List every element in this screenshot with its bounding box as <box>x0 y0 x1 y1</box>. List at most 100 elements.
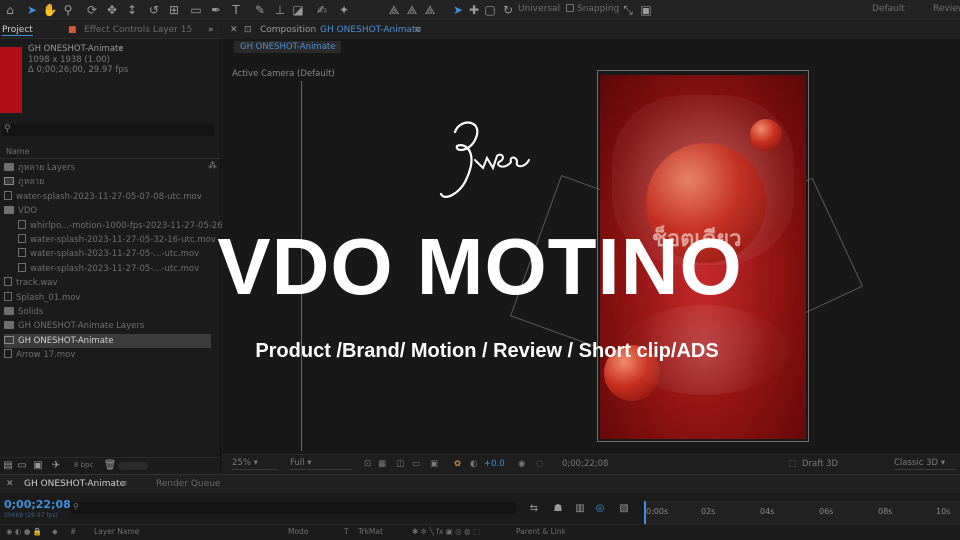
bpc-label[interactable]: 8 bpc <box>74 461 93 469</box>
timeline-search-input[interactable]: ⚲ <box>70 502 516 514</box>
view-axis-icon[interactable]: ⟁ <box>422 2 438 18</box>
project-item[interactable]: VDO <box>4 204 219 218</box>
snap-grid-icon[interactable]: ▣ <box>638 2 654 18</box>
column-trkmat[interactable]: TrkMat <box>358 527 383 536</box>
pin-icon[interactable]: ✈ <box>48 458 64 474</box>
project-item-label: GH ONESHOT-Animate Layers <box>18 321 145 332</box>
time-ruler[interactable]: 0:00s 02s 04s 06s 08s 10s <box>644 501 960 525</box>
mask-visibility-icon[interactable]: ◫ <box>396 459 404 469</box>
tab-effect-controls[interactable]: Effect Controls Layer 15 <box>84 25 192 35</box>
project-column-header[interactable]: Name <box>0 145 221 159</box>
tab-timeline-comp[interactable]: GH ONESHOT-Animate <box>24 479 125 489</box>
local-axis-icon[interactable]: ⟁ <box>386 2 402 18</box>
hand-tool-icon[interactable]: ✋ <box>42 2 58 18</box>
tab-close-icon[interactable]: ✕ <box>230 25 238 35</box>
column-t[interactable]: T <box>344 527 349 536</box>
tab-menu-icon[interactable]: ≡ <box>120 479 128 489</box>
snapping-toggle[interactable]: Snapping <box>566 4 619 14</box>
roto-brush-tool-icon[interactable]: ✍ <box>314 2 330 18</box>
tab-project[interactable]: Project <box>2 25 33 36</box>
graph-editor-icon[interactable]: ▧ <box>616 501 632 517</box>
3d-scale-icon[interactable]: ▢ <box>482 2 498 18</box>
pan-tool-icon[interactable]: ✥ <box>104 2 120 18</box>
layer-switches-icons[interactable]: ✱ ✲ ╲ fx ▣ ◎ ◍ ⬚ <box>412 527 480 536</box>
snapshot-icon[interactable]: ◉ <box>518 459 525 469</box>
comp-navigator-tab[interactable]: GH ONESHOT-Animate <box>234 41 342 53</box>
project-item[interactable]: ภูหลาย <box>4 175 219 189</box>
tab-composition-name[interactable]: GH ONESHOT-Animate <box>320 25 421 35</box>
snapping-label: Snapping <box>577 4 620 14</box>
project-item[interactable]: GH ONESHOT-Animate Layers <box>4 319 219 333</box>
label-icon[interactable]: ◆ <box>52 527 58 536</box>
workspace-review[interactable]: Review <box>933 4 960 14</box>
orbit-tool-icon[interactable]: ⟳ <box>84 2 100 18</box>
new-folder-icon[interactable]: ▭ <box>14 458 30 474</box>
new-comp-icon[interactable]: ▣ <box>30 458 46 474</box>
anchor-tool-icon[interactable]: ⊞ <box>166 2 182 18</box>
rectangle-tool-icon[interactable]: ▭ <box>188 2 204 18</box>
snap-options-icon[interactable]: ⤡ <box>620 2 636 18</box>
project-item[interactable]: water-splash-2023-11-27-05-07-08-utc.mov <box>4 190 219 204</box>
lock-icon[interactable]: ■ <box>68 25 77 35</box>
workspace-default[interactable]: Default <box>872 4 905 14</box>
column-parent-link[interactable]: Parent & Link <box>516 527 566 536</box>
brush-tool-icon[interactable]: ✎ <box>252 2 268 18</box>
column-number[interactable]: # <box>70 527 76 536</box>
project-item[interactable]: ภูหลาย Layers <box>4 161 219 175</box>
transparency-grid-icon[interactable]: ▦ <box>378 459 386 469</box>
world-axis-icon[interactable]: ⟁ <box>404 2 420 18</box>
panel-overflow-icon[interactable]: » <box>208 25 214 35</box>
folder-icon <box>4 321 14 330</box>
universal-label[interactable]: Universal <box>518 4 560 14</box>
region-of-interest-icon[interactable]: ⊡ <box>364 459 371 469</box>
show-snapshot-icon[interactable]: ◌ <box>536 459 543 469</box>
timeline-fps: 00668 (29.97 fps) <box>4 512 58 519</box>
tab-menu-icon[interactable]: ≡ <box>414 25 422 35</box>
motion-blur-icon[interactable]: ◎ <box>592 501 608 517</box>
exposure-icon[interactable]: ◐ <box>470 459 477 469</box>
draft3d-label[interactable]: Draft 3D <box>802 459 838 469</box>
rotate-tool-icon[interactable]: ↺ <box>146 2 162 18</box>
3d-select-icon[interactable]: ➤ <box>450 2 466 18</box>
comp-flowchart-icon[interactable]: ⇆ <box>526 501 542 517</box>
exposure-value[interactable]: +0.0 <box>484 459 505 469</box>
project-search-input[interactable]: ⚲ <box>2 124 214 136</box>
guides-icon[interactable]: ▭ <box>412 459 420 469</box>
snapping-checkbox[interactable] <box>566 4 574 12</box>
column-mode[interactable]: Mode <box>288 527 308 536</box>
signature-logo <box>439 121 530 198</box>
zoom-dropdown[interactable]: 25% ▾ <box>232 458 278 470</box>
tab-composition-prefix[interactable]: Composition <box>260 25 316 35</box>
trash-icon[interactable]: 🗑 <box>102 458 118 474</box>
av-switches-icons[interactable]: ◉ ◐ ● 🔒 <box>6 527 42 536</box>
search-icon: ⚲ <box>73 502 79 511</box>
3d-rotate-icon[interactable]: ↻ <box>500 2 516 18</box>
lock-icon[interactable]: ⊡ <box>244 25 252 35</box>
thumbnail-slider[interactable] <box>118 462 148 470</box>
pen-tool-icon[interactable]: ✒ <box>208 2 224 18</box>
small-sphere-graphic <box>750 119 782 151</box>
tab-render-queue[interactable]: Render Queue <box>156 479 220 489</box>
current-timecode[interactable]: 0;00;22;08 <box>562 459 608 469</box>
3d-move-icon[interactable]: ✚ <box>466 2 482 18</box>
home-icon[interactable]: ⌂ <box>2 2 18 18</box>
timeline-timecode[interactable]: 0;00;22;08 <box>4 498 71 511</box>
eraser-tool-icon[interactable]: ◪ <box>290 2 306 18</box>
zoom-tool-icon[interactable]: ⚲ <box>60 2 76 18</box>
clone-stamp-tool-icon[interactable]: ⊥ <box>272 2 288 18</box>
resolution-dropdown[interactable]: Full ▾ <box>290 458 352 470</box>
puppet-tool-icon[interactable]: ✦ <box>336 2 352 18</box>
color-channels-icon[interactable]: ✿ <box>454 459 461 469</box>
renderer-dropdown[interactable]: Classic 3D ▾ <box>894 458 956 470</box>
frame-blending-icon[interactable]: ▥ <box>572 501 588 517</box>
tab-close-icon[interactable]: ✕ <box>6 479 14 489</box>
flowchart-icon[interactable]: ⁂ <box>208 161 217 171</box>
grid-icon[interactable]: ▣ <box>430 459 438 469</box>
chevron-down-icon[interactable]: ▾ <box>118 44 122 54</box>
column-layer-name[interactable]: Layer Name <box>94 527 139 536</box>
shy-layers-icon[interactable]: ☗ <box>550 501 566 517</box>
selection-tool-icon[interactable]: ➤ <box>24 2 40 18</box>
draft3d-icon[interactable]: ⬚ <box>788 459 796 469</box>
type-tool-icon[interactable]: T <box>228 2 244 18</box>
dolly-tool-icon[interactable]: ↕ <box>124 2 140 18</box>
